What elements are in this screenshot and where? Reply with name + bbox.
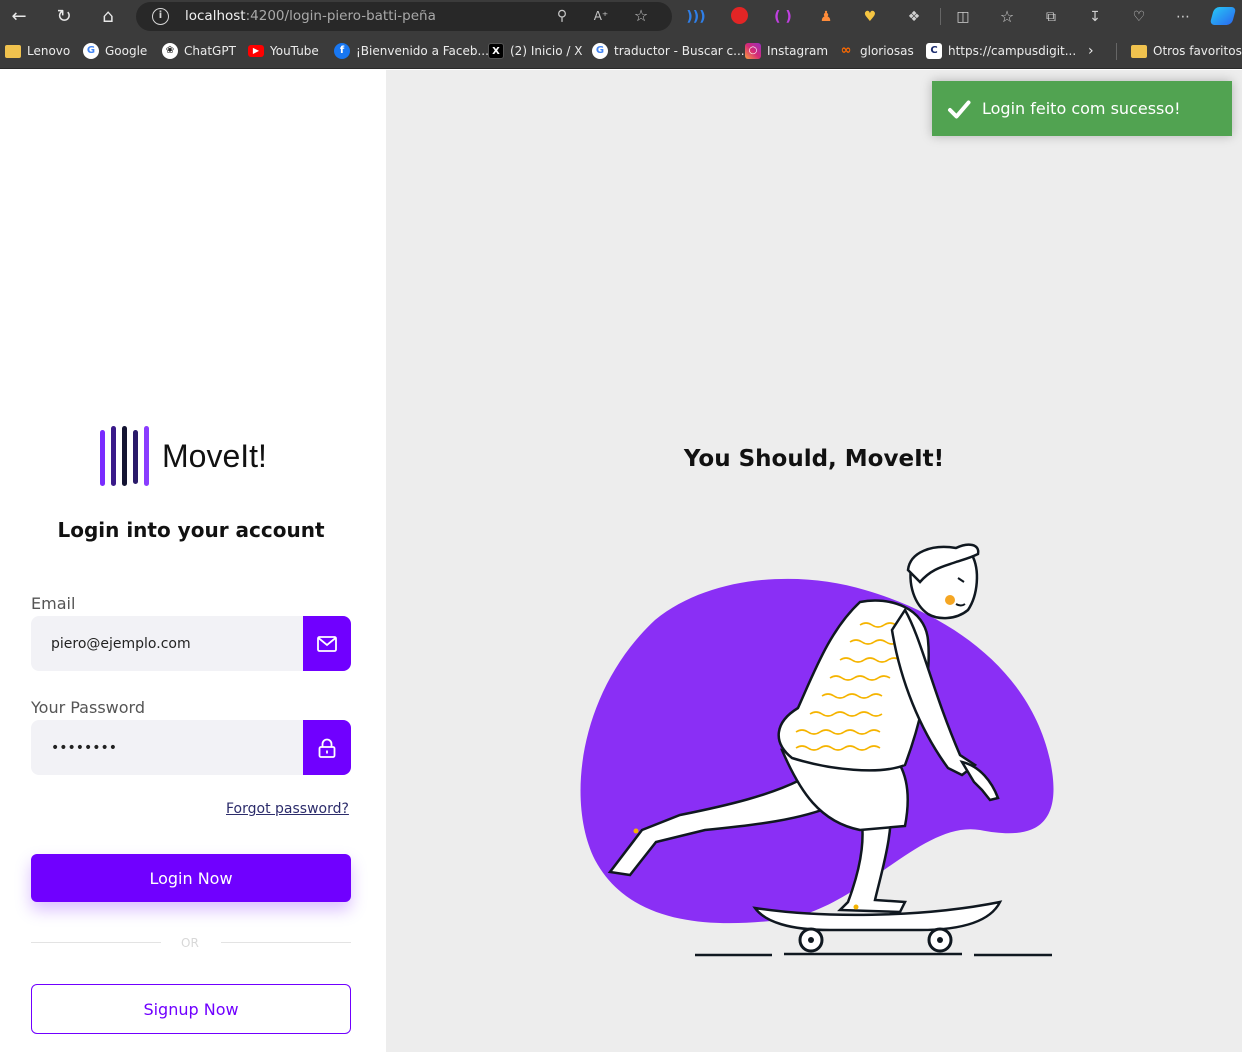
bookmark-campus[interactable]: Chttps://campusdigit... [926, 41, 1076, 61]
extension-adblock-icon[interactable] [730, 7, 748, 24]
facebook-icon: f [334, 43, 350, 59]
success-toast[interactable]: Login feito com sucesso! [932, 81, 1232, 136]
skateboarder-illustration [580, 543, 1054, 957]
other-favorites[interactable]: Otros favoritos [1131, 41, 1242, 61]
lock-icon [303, 720, 351, 775]
address-bar[interactable]: i localhost:4200/login-piero-batti-peña … [136, 2, 672, 31]
downloads-icon[interactable]: ↧ [1085, 7, 1105, 27]
read-aloud-icon[interactable]: A⁺ [591, 6, 611, 26]
favorites-icon[interactable]: ☆ [997, 7, 1017, 27]
email-label: Email [31, 594, 76, 613]
bookmark-google[interactable]: G Google [83, 41, 147, 61]
logo-bar [122, 426, 127, 486]
toast-message: Login feito com sucesso! [982, 99, 1181, 118]
link-icon: ∞ [840, 43, 852, 58]
folder-icon [1131, 44, 1147, 58]
key-icon[interactable]: ⚲ [552, 6, 572, 26]
logo-bar [100, 430, 105, 486]
forgot-password-link[interactable]: Forgot password? [226, 801, 349, 817]
url-text[interactable]: localhost:4200/login-piero-batti-peña [185, 8, 436, 24]
bookmark-gloriosas[interactable]: ∞ gloriosas [838, 41, 914, 61]
reload-icon[interactable]: ↻ [50, 3, 78, 31]
google-icon: G [83, 43, 99, 59]
instagram-icon: ○ [745, 43, 761, 59]
bookmark-facebook[interactable]: f ¡Bienvenido a Faceb... [334, 41, 489, 61]
email-field-wrapper [31, 616, 351, 671]
password-field[interactable] [31, 720, 303, 775]
extension-brackets-icon[interactable]: ( ) [773, 7, 793, 27]
or-separator: OR [181, 936, 199, 950]
logo-text: MoveIt! [162, 438, 267, 474]
youtube-icon: ▶ [248, 45, 264, 57]
divider-line [221, 942, 351, 943]
copilot-icon[interactable] [1209, 7, 1237, 25]
extension-heart-icon[interactable]: ♥ [860, 7, 880, 27]
checkmark-icon [948, 100, 971, 118]
browser-toolbar: ← ↻ ⌂ i localhost:4200/login-piero-batti… [0, 0, 1242, 34]
password-field-wrapper [31, 720, 351, 775]
collections-icon[interactable]: ⧉ [1041, 7, 1061, 27]
site-info-icon[interactable]: i [152, 8, 169, 25]
extension-wave-icon[interactable]: ))) [686, 7, 706, 27]
x-icon: X [488, 43, 504, 59]
bookmark-x[interactable]: X (2) Inicio / X [488, 41, 582, 61]
folder-icon [5, 44, 21, 58]
campus-icon: C [926, 43, 942, 59]
bookmarks-divider [1116, 43, 1117, 60]
logo-bar [111, 426, 116, 486]
chatgpt-icon: ❀ [162, 43, 178, 59]
bookmark-chatgpt[interactable]: ❀ ChatGPT [162, 41, 236, 61]
google-icon: G [592, 43, 608, 59]
home-icon[interactable]: ⌂ [94, 3, 122, 31]
logo-bar [133, 430, 138, 484]
bookmark-lenovo[interactable]: Lenovo [5, 41, 70, 61]
extensions-puzzle-icon[interactable]: ❖ [904, 7, 924, 27]
login-button[interactable]: Login Now [31, 854, 351, 902]
split-screen-icon[interactable]: ◫ [953, 7, 973, 27]
login-panel [0, 70, 386, 1052]
bookmarks-bar: Lenovo G Google ❀ ChatGPT ▶ YouTube f ¡Bienv… [0, 34, 1242, 69]
email-field[interactable] [31, 616, 303, 671]
moveit-logo: MoveIt! [100, 426, 276, 488]
bookmark-traductor[interactable]: Gtraductor - Buscar c... [592, 41, 745, 61]
bookmark-youtube[interactable]: ▶ YouTube [248, 41, 319, 61]
more-menu-icon[interactable]: ⋯ [1173, 7, 1193, 27]
bookmarks-overflow-icon[interactable]: › [1088, 41, 1094, 61]
extension-figure-icon[interactable]: ♟ [816, 7, 836, 27]
slogan-heading: You Should, MoveIt! [683, 446, 945, 472]
bookmark-instagram[interactable]: ○ Instagram [745, 41, 828, 61]
toolbar-divider [940, 8, 941, 25]
divider-line [31, 942, 161, 943]
logo-bar [144, 426, 149, 486]
favorite-star-icon[interactable]: ☆ [631, 6, 651, 26]
email-icon [303, 616, 351, 671]
signup-button[interactable]: Signup Now [31, 984, 351, 1034]
back-icon[interactable]: ← [5, 3, 33, 31]
password-label: Your Password [31, 698, 145, 717]
login-title: Login into your account [57, 518, 325, 542]
performance-heart-icon[interactable]: ♡ [1129, 7, 1149, 27]
